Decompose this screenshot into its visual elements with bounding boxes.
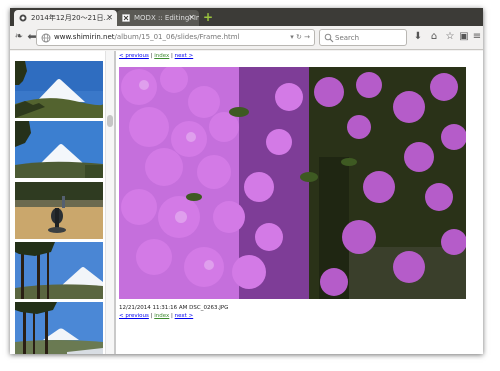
separator: | [171, 313, 173, 319]
new-tab-plus-icon[interactable]: + [203, 11, 213, 23]
page-content: < previous | index | next > 12/21/2014 1… [10, 51, 483, 354]
download-icon[interactable]: ⬇ [411, 30, 425, 44]
thumbnail-sculpture[interactable] [15, 182, 103, 239]
search-input[interactable] [335, 31, 403, 44]
forward-icon[interactable]: → [304, 33, 310, 41]
browser-window: 2014年12月20〜21日… ✕ MODX :: Editing: Ima… … [10, 8, 483, 354]
reload-icon[interactable]: ↻ [296, 33, 302, 41]
search-bar[interactable] [319, 29, 407, 46]
url-text: www.shimirin.net/album/15_01_06/slides/F… [54, 30, 240, 45]
tab-title: 2014年12月20〜21日… [31, 14, 111, 22]
thumbnail-partial[interactable] [15, 51, 103, 58]
thumbnail-fuji-2[interactable] [15, 121, 103, 178]
photo-caption: 12/21/2014 11:31:16 AM DSC_0263.JPG [119, 305, 229, 311]
separator: | [171, 53, 173, 59]
thumbnail-fuji-1[interactable] [15, 61, 103, 118]
thumbnail-fuji-3[interactable] [15, 242, 103, 299]
search-icon [324, 33, 334, 43]
navigation-bar: ❧ ⬅ www.shimirin.net/album/15_01_06/slid… [10, 26, 483, 50]
thumbnail-fuji-4[interactable] [15, 302, 103, 354]
nav-links-top: < previous | index | next > [119, 53, 193, 60]
tab-modx[interactable]: MODX :: Editing: Ima… ✕ [117, 10, 199, 26]
modx-favicon-icon [122, 14, 130, 22]
clipboard-icon[interactable]: ▣ [457, 30, 471, 44]
tab-strip: 2014年12月20〜21日… ✕ MODX :: Editing: Ima… … [10, 8, 483, 26]
url-domain: www.shimirin.net [54, 33, 115, 41]
main-photo[interactable] [119, 67, 466, 299]
globe-icon [41, 33, 51, 43]
dropdown-icon[interactable]: ▾ [290, 33, 294, 41]
previous-link[interactable]: < previous [119, 53, 149, 59]
next-link[interactable]: next > [175, 53, 194, 59]
bookmark-star-icon[interactable]: ☆ [443, 30, 457, 44]
address-bar[interactable]: www.shimirin.net/album/15_01_06/slides/F… [36, 29, 315, 46]
hamburger-menu-icon[interactable]: ≡ [470, 30, 483, 44]
home-icon[interactable]: ⌂ [427, 30, 441, 44]
close-icon[interactable]: ✕ [188, 10, 195, 26]
scrollbar[interactable] [105, 51, 114, 354]
separator: | [150, 53, 153, 59]
scrollbar-thumb[interactable] [107, 115, 113, 127]
separator: | [150, 313, 153, 319]
index-link[interactable]: index [154, 53, 169, 59]
url-tools: ▾ ↻ → [290, 30, 310, 45]
nav-links-bottom: < previous | index | next > [119, 313, 193, 320]
thumbnail-frame [10, 51, 116, 354]
close-icon[interactable]: ✕ [106, 10, 113, 26]
index-link[interactable]: index [154, 313, 169, 319]
previous-link[interactable]: < previous [119, 313, 149, 319]
slide-frame: < previous | index | next > 12/21/2014 1… [118, 51, 483, 354]
favicon-icon [19, 14, 27, 22]
tab-album[interactable]: 2014年12月20〜21日… ✕ [14, 10, 117, 26]
frame-divider[interactable] [114, 51, 116, 354]
menu-bird-icon[interactable]: ❧ [12, 30, 26, 44]
url-path: /album/15_01_06/slides/Frame.html [114, 33, 240, 41]
next-link[interactable]: next > [175, 313, 194, 319]
